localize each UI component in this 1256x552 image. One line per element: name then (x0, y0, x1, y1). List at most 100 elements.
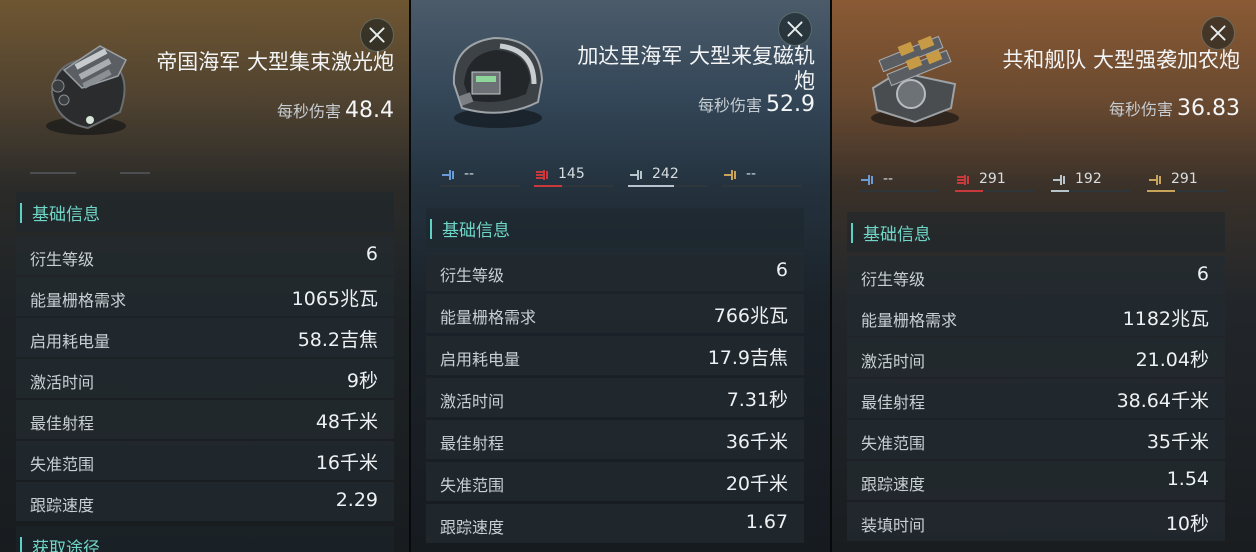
stat-label: 激活时间 (861, 352, 926, 371)
damage-bar-fill (628, 185, 675, 187)
stat-value: 6 (1196, 263, 1209, 285)
section-title: 基础信息 (863, 225, 931, 245)
stat-row: 失准范围 35千米 (847, 420, 1225, 459)
stat-label: 最佳射程 (861, 393, 926, 412)
stat-row: 最佳射程 38.64千米 (847, 379, 1225, 418)
cannon-turret-image (859, 22, 969, 132)
stat-label: 失准范围 (30, 455, 95, 474)
dps-readout: 每秒伤害 36.83 (1109, 96, 1240, 121)
damage-bar (628, 185, 708, 187)
stat-row: 能量栅格需求 1065兆瓦 (16, 277, 394, 316)
stat-value: 7.31秒 (726, 389, 788, 411)
damage-value: 145 (558, 166, 585, 182)
railgun-turret-image (442, 24, 552, 134)
panel-divider (830, 0, 832, 552)
stat-value: 58.2吉焦 (297, 329, 378, 351)
damage-bar-fill (534, 185, 562, 187)
stat-row: 失准范围 20千米 (426, 462, 804, 501)
module-title: 加达里海军 大型来复磁轨炮 (577, 44, 815, 93)
stat-value: 6 (365, 243, 378, 265)
close-button[interactable] (360, 18, 394, 52)
section-basic-info[interactable]: 基础信息 (16, 192, 394, 232)
damage-value: 291 (1171, 171, 1198, 187)
stat-row: 最佳射程 36千米 (426, 420, 804, 459)
stat-label: 启用耗电量 (440, 350, 521, 369)
stat-value: 1.54 (1166, 468, 1209, 490)
damage-em: -- (859, 171, 939, 193)
damage-kinetic: 192 (1051, 171, 1131, 193)
damage-value: 192 (1075, 171, 1102, 187)
stat-label: 装填时间 (861, 516, 926, 535)
stat-label: 能量栅格需求 (440, 308, 537, 327)
stat-label: 衍生等级 (861, 270, 926, 289)
damage-bar-fill (1147, 190, 1175, 192)
em-damage-icon (442, 170, 454, 180)
stat-label: 跟踪速度 (440, 518, 505, 537)
stat-value: 16千米 (315, 452, 378, 474)
stat-value: 1065兆瓦 (291, 288, 378, 310)
damage-em: -- (440, 166, 520, 188)
stat-row: 最佳射程 48千米 (16, 400, 394, 439)
section-acquisition[interactable]: 获取途径 (16, 526, 394, 552)
stat-value: 20千米 (725, 473, 788, 495)
section-accent (851, 223, 853, 243)
stat-value: 9秒 (346, 370, 378, 392)
module-title: 帝国海军 大型集束激光炮 (156, 50, 394, 74)
stat-label: 最佳射程 (440, 434, 505, 453)
stat-label: 最佳射程 (30, 414, 95, 433)
damage-value: -- (883, 171, 894, 187)
stat-value: 21.04秒 (1135, 349, 1209, 371)
damage-profile: -- 291 192 291 (859, 171, 1229, 193)
stat-row: 能量栅格需求 1182兆瓦 (847, 297, 1225, 336)
damage-bar-stub (120, 172, 150, 174)
stat-value: 6 (775, 259, 788, 281)
stat-row: 跟踪速度 1.54 (847, 461, 1225, 500)
stat-value: 48千米 (315, 411, 378, 433)
section-accent (20, 537, 22, 552)
damage-explosive: 291 (1147, 171, 1227, 193)
explosive-damage-icon (724, 170, 736, 180)
stat-row: 跟踪速度 1.67 (426, 504, 804, 543)
stat-label: 能量栅格需求 (30, 291, 127, 310)
thermal-damage-icon (536, 170, 548, 180)
stat-label: 启用耗电量 (30, 332, 111, 351)
damage-value: -- (464, 166, 475, 182)
dps-value: 52.9 (766, 92, 815, 117)
dps-readout: 每秒伤害 52.9 (698, 92, 815, 117)
module-panel-caldari-navy-railgun: 加达里海军 大型来复磁轨炮 每秒伤害 52.9 -- 145 242 -- 基础信… (410, 0, 831, 552)
stat-label: 失准范围 (440, 476, 505, 495)
stat-row: 激活时间 21.04秒 (847, 338, 1225, 377)
stat-label: 衍生等级 (30, 250, 95, 269)
stat-value: 766兆瓦 (713, 305, 788, 327)
dps-label: 每秒伤害 (1109, 100, 1174, 119)
stat-row: 衍生等级 6 (16, 236, 394, 275)
laser-turret-image (34, 30, 144, 140)
stat-row: 启用耗电量 17.9吉焦 (426, 336, 804, 375)
module-panel-republic-fleet-assault-cannon: 共和舰队 大型强袭加农炮 每秒伤害 36.83 -- 291 192 291 基础… (831, 0, 1256, 552)
close-button[interactable] (778, 12, 812, 46)
stat-value: 2.29 (335, 489, 378, 511)
close-icon (1210, 25, 1226, 41)
section-basic-info[interactable]: 基础信息 (847, 212, 1225, 252)
damage-value: 242 (652, 166, 679, 182)
stat-row: 装填时间 10秒 (847, 502, 1225, 541)
dps-readout: 每秒伤害 48.4 (277, 98, 394, 123)
damage-bar-stub (30, 172, 76, 174)
close-icon (369, 27, 385, 43)
damage-bar (440, 185, 520, 187)
damage-profile: -- 145 242 -- (440, 166, 802, 188)
damage-value: 291 (979, 171, 1006, 187)
dps-label: 每秒伤害 (277, 102, 342, 121)
dps-value: 48.4 (345, 98, 394, 123)
section-title: 获取途径 (32, 539, 100, 552)
section-basic-info[interactable]: 基础信息 (426, 208, 804, 248)
em-damage-icon (861, 175, 873, 185)
section-title: 基础信息 (32, 205, 100, 225)
stat-row: 衍生等级 6 (426, 252, 804, 291)
dps-label: 每秒伤害 (698, 96, 763, 115)
panel-divider (409, 0, 411, 552)
stat-row: 能量栅格需求 766兆瓦 (426, 294, 804, 333)
stat-value: 10秒 (1165, 513, 1209, 535)
close-button[interactable] (1201, 16, 1235, 50)
damage-bar (722, 185, 802, 187)
